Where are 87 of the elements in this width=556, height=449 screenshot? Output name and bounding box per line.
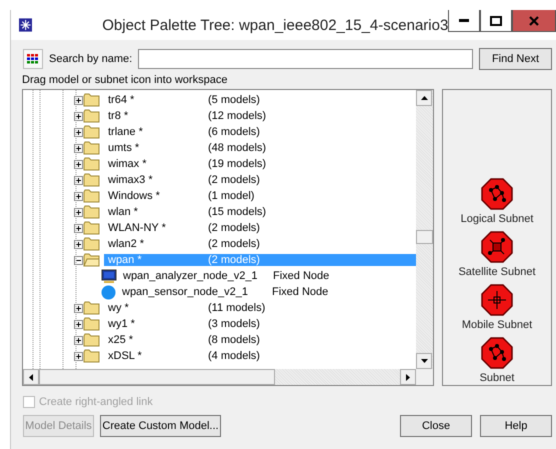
folder-icon: [83, 349, 100, 363]
folder-icon: [83, 333, 100, 347]
scroll-left-button[interactable]: [23, 369, 39, 385]
tree-item[interactable]: trlane * (6 models): [104, 126, 416, 138]
folder-icon: [83, 93, 100, 107]
create-custom-model-button[interactable]: Create Custom Model...: [100, 415, 221, 437]
monitor-icon: [101, 268, 117, 284]
tree-item[interactable]: umts * (48 models): [104, 142, 416, 154]
tree-item[interactable]: wy1 * (3 models): [104, 318, 416, 330]
up-arrow-icon: [420, 96, 428, 100]
tree-item[interactable]: WLAN-NY * (2 models): [104, 222, 416, 234]
instruction-text: Drag model or subnet icon into workspace: [22, 74, 228, 86]
expand-icon[interactable]: [74, 224, 83, 232]
vertical-scrollbar[interactable]: [416, 90, 433, 369]
maximize-icon: [490, 16, 502, 26]
minimize-button[interactable]: [448, 10, 480, 32]
tree-item[interactable]: wy * (11 models): [104, 302, 416, 314]
tree-item[interactable]: wimax3 * (2 models): [104, 174, 416, 186]
model-name[interactable]: wpan_analyzer_node_v2_1: [117, 270, 273, 282]
tree-item[interactable]: xDSL * (4 models): [104, 350, 416, 362]
scroll-down-button[interactable]: [416, 353, 432, 369]
model-name[interactable]: wpan_sensor_node_v2_1: [116, 286, 272, 298]
folder-icon: [83, 173, 100, 187]
collapse-icon[interactable]: [74, 256, 83, 264]
help-button[interactable]: Help: [480, 415, 552, 437]
folder-icon: [83, 189, 100, 203]
expand-icon[interactable]: [74, 192, 83, 200]
horizontal-scrollbar[interactable]: [23, 369, 416, 385]
expand-icon[interactable]: [74, 112, 83, 120]
down-arrow-icon: [420, 359, 428, 363]
find-next-button[interactable]: Find Next: [479, 48, 552, 70]
folder-icon: [83, 253, 100, 267]
close-button[interactable]: [512, 10, 556, 32]
close-dialog-button[interactable]: Close: [400, 415, 472, 437]
scroll-right-button[interactable]: [400, 369, 416, 385]
folder-icon: [83, 301, 100, 315]
sphere-icon: [101, 284, 116, 300]
expand-icon[interactable]: [74, 320, 83, 328]
scroll-thumb[interactable]: [416, 230, 433, 244]
subnet-label: Satellite Subnet: [458, 266, 536, 278]
model-type: Fixed Node: [272, 286, 328, 298]
folder-icon: [83, 157, 100, 171]
search-label: Search by name:: [49, 53, 132, 65]
expand-icon[interactable]: [74, 208, 83, 216]
maximize-button[interactable]: [480, 10, 512, 32]
tree-item[interactable]: wimax * (19 models): [104, 158, 416, 170]
expand-icon[interactable]: [74, 160, 83, 168]
window-title: Object Palette Tree: wpan_ieee802_15_4-scenario3: [101, 16, 448, 34]
folder-icon: [83, 205, 100, 219]
tree-item[interactable]: wlan2 * (2 models): [104, 238, 416, 250]
search-field[interactable]: [138, 49, 473, 69]
expand-icon[interactable]: [74, 352, 83, 360]
expand-icon[interactable]: [74, 128, 83, 136]
folder-icon: [83, 221, 100, 235]
scroll-thumb[interactable]: [39, 369, 275, 385]
expand-icon[interactable]: [74, 304, 83, 312]
tree-item[interactable]: tr8 * (12 models): [104, 110, 416, 122]
subnet-icon[interactable]: [480, 284, 513, 316]
expand-icon[interactable]: [74, 336, 83, 344]
scrollbar-corner: [416, 369, 433, 385]
subnet-label: Mobile Subnet: [462, 319, 532, 331]
app-icon: [19, 17, 32, 33]
close-icon: [528, 16, 539, 26]
subnet-icon[interactable]: [481, 337, 513, 369]
folder-icon: [83, 109, 100, 123]
subnet-icon[interactable]: [481, 178, 513, 210]
expand-icon[interactable]: [74, 96, 83, 104]
folder-icon: [83, 317, 100, 331]
folder-icon: [83, 141, 100, 155]
tree-item[interactable]: x25 * (8 models): [104, 334, 416, 346]
scroll-up-button[interactable]: [416, 90, 432, 106]
subnet-label: Subnet: [480, 372, 514, 384]
expand-icon[interactable]: [74, 176, 83, 184]
subnet-icon[interactable]: [481, 231, 513, 263]
expand-icon[interactable]: [74, 240, 83, 248]
palette-icon[interactable]: [23, 49, 43, 69]
left-arrow-icon: [29, 374, 33, 380]
model-type: Fixed Node: [273, 270, 330, 282]
expand-icon[interactable]: [74, 144, 83, 152]
tree-item[interactable]: wlan * (15 models): [104, 206, 416, 218]
subnet-label: Logical Subnet: [460, 213, 534, 225]
tree-item[interactable]: tr64 * (5 models): [104, 94, 416, 106]
folder-icon: [83, 237, 100, 251]
tree-item[interactable]: Windows * (1 model): [104, 190, 416, 202]
folder-icon: [83, 125, 100, 139]
right-arrow-icon: [406, 374, 410, 380]
minimize-icon: [459, 19, 470, 22]
